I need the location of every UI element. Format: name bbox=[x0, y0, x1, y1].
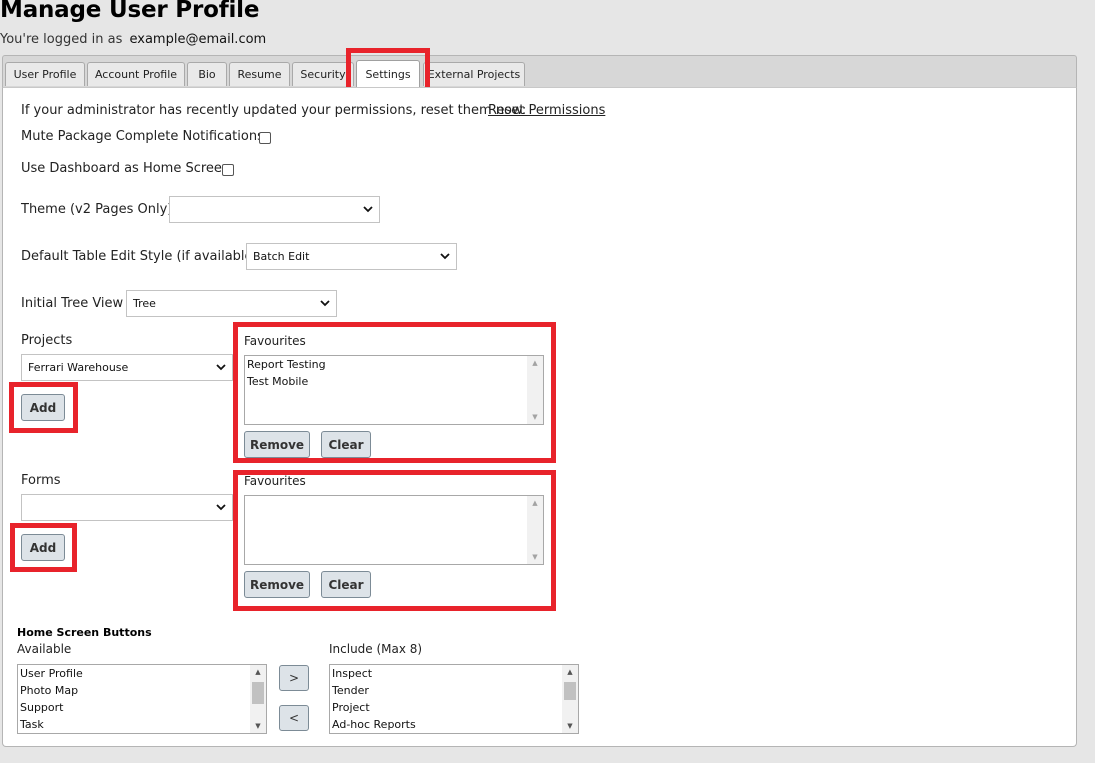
tree-view-label: Initial Tree View bbox=[21, 296, 124, 311]
scroll-thumb[interactable] bbox=[252, 682, 264, 704]
forms-select[interactable] bbox=[21, 494, 233, 521]
tab-user-profile[interactable]: User Profile bbox=[5, 62, 85, 86]
scroll-up-icon[interactable]: ▲ bbox=[562, 665, 578, 679]
chevron-down-icon bbox=[320, 299, 330, 306]
forms-label: Forms bbox=[21, 473, 61, 488]
scroll-up-icon[interactable]: ▲ bbox=[527, 356, 543, 370]
scrollbar[interactable]: ▲ ▼ bbox=[562, 665, 578, 733]
projects-label: Projects bbox=[21, 333, 73, 348]
scrollbar[interactable]: ▲ ▼ bbox=[527, 496, 543, 564]
theme-label: Theme (v2 Pages Only) bbox=[21, 202, 173, 217]
dashboard-home-checkbox[interactable] bbox=[222, 164, 234, 176]
page-title: Manage User Profile bbox=[0, 0, 260, 23]
available-buttons-list[interactable]: User Profile Photo Map Support Task ▲ ▼ bbox=[17, 664, 267, 734]
tree-view-select[interactable]: Tree bbox=[126, 290, 337, 317]
remove-project-favourite-button[interactable]: Remove bbox=[244, 431, 310, 458]
clear-form-favourites-button[interactable]: Clear bbox=[321, 571, 371, 598]
available-label: Available bbox=[17, 642, 72, 656]
remove-form-favourite-button[interactable]: Remove bbox=[244, 571, 310, 598]
list-item[interactable]: Report Testing bbox=[245, 356, 543, 373]
user-email: example@email.com bbox=[129, 32, 267, 47]
mute-notifications-label: Mute Package Complete Notifications bbox=[21, 129, 264, 144]
list-item[interactable]: Inspect bbox=[330, 665, 578, 682]
projects-select-value: Ferrari Warehouse bbox=[28, 361, 129, 374]
scrollbar[interactable]: ▲ ▼ bbox=[527, 356, 543, 424]
chevron-down-icon bbox=[363, 205, 373, 212]
list-item[interactable]: Photo Map bbox=[18, 682, 266, 699]
reset-permissions-text: If your administrator has recently updat… bbox=[21, 103, 527, 118]
scroll-down-icon[interactable]: ▼ bbox=[250, 719, 266, 733]
move-left-button[interactable]: < bbox=[279, 705, 309, 731]
list-item[interactable]: Support bbox=[18, 699, 266, 716]
scroll-down-icon[interactable]: ▼ bbox=[527, 410, 543, 424]
tab-account-profile[interactable]: Account Profile bbox=[87, 62, 185, 86]
list-item[interactable]: Test Mobile bbox=[245, 373, 543, 390]
list-item[interactable]: Tender bbox=[330, 682, 578, 699]
chevron-down-icon bbox=[216, 363, 226, 370]
included-buttons-list[interactable]: Inspect Tender Project Ad-hoc Reports ▲ … bbox=[329, 664, 579, 734]
clear-project-favourites-button[interactable]: Clear bbox=[321, 431, 371, 458]
tab-external-projects[interactable]: External Projects bbox=[423, 62, 525, 86]
tab-bar: User Profile Account Profile Bio Resume … bbox=[2, 55, 1077, 88]
table-edit-select-value: Batch Edit bbox=[253, 250, 310, 263]
dashboard-home-label: Use Dashboard as Home Screen bbox=[21, 161, 231, 176]
theme-select[interactable] bbox=[169, 196, 380, 223]
form-favourites-label: Favourites bbox=[244, 474, 306, 488]
chevron-down-icon bbox=[216, 503, 226, 510]
project-favourites-list[interactable]: Report Testing Test Mobile ▲ ▼ bbox=[244, 355, 544, 425]
tab-resume[interactable]: Resume bbox=[229, 62, 290, 86]
projects-select[interactable]: Ferrari Warehouse bbox=[21, 354, 233, 381]
move-right-button[interactable]: > bbox=[279, 665, 309, 691]
tab-bio[interactable]: Bio bbox=[187, 62, 227, 86]
home-buttons-title: Home Screen Buttons bbox=[17, 626, 152, 639]
scroll-up-icon[interactable]: ▲ bbox=[250, 665, 266, 679]
scroll-down-icon[interactable]: ▼ bbox=[527, 550, 543, 564]
form-favourites-list[interactable]: ▲ ▼ bbox=[244, 495, 544, 565]
list-item[interactable]: Ad-hoc Reports bbox=[330, 716, 578, 733]
tree-view-select-value: Tree bbox=[133, 297, 156, 310]
scrollbar[interactable]: ▲ ▼ bbox=[250, 665, 266, 733]
include-label: Include (Max 8) bbox=[329, 642, 423, 656]
project-favourites-label: Favourites bbox=[244, 334, 306, 348]
scroll-up-icon[interactable]: ▲ bbox=[527, 496, 543, 510]
list-item[interactable]: User Profile bbox=[18, 665, 266, 682]
chevron-down-icon bbox=[440, 252, 450, 259]
scroll-down-icon[interactable]: ▼ bbox=[562, 719, 578, 733]
logged-in-text: You're logged in as example@email.com bbox=[0, 32, 266, 47]
scroll-thumb[interactable] bbox=[564, 682, 576, 700]
list-item[interactable]: Task bbox=[18, 716, 266, 733]
tab-settings[interactable]: Settings bbox=[356, 60, 420, 88]
tab-security[interactable]: Security bbox=[292, 62, 354, 86]
table-edit-label: Default Table Edit Style (if available) bbox=[21, 249, 258, 264]
list-item[interactable]: Project bbox=[330, 699, 578, 716]
mute-notifications-checkbox[interactable] bbox=[259, 132, 271, 144]
add-project-button[interactable]: Add bbox=[21, 394, 65, 421]
reset-permissions-link[interactable]: Reset Permissions bbox=[488, 103, 605, 118]
add-form-button[interactable]: Add bbox=[21, 534, 65, 561]
logged-in-prefix: You're logged in as bbox=[0, 32, 123, 47]
table-edit-select[interactable]: Batch Edit bbox=[246, 243, 457, 270]
